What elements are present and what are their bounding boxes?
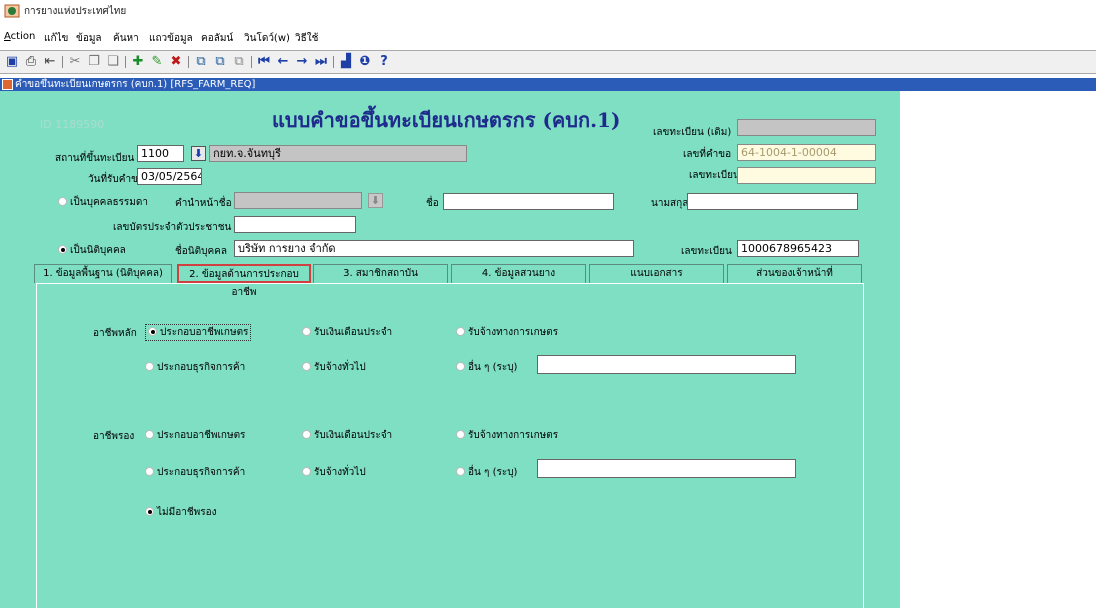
main-general-hire-radio[interactable]: รับจ้างทั่วไป	[302, 360, 366, 375]
reg-place-lov-button[interactable]: ⬇	[191, 146, 206, 161]
menu-column[interactable]: คอลัมน์	[201, 31, 233, 46]
toolbar-separator	[333, 56, 334, 68]
menu-record[interactable]: แถวข้อมูล	[149, 31, 193, 46]
print-icon[interactable]: ⎙	[23, 54, 39, 70]
page-title: แบบคำขอขึ้นทะเบียนเกษตรกร (คบก.1)	[272, 108, 621, 132]
juristic-name-label: ชื่อนิติบุคคล	[175, 246, 227, 257]
previous-record-icon[interactable]: ←	[275, 54, 291, 70]
menu-window[interactable]: วินโดว์(w)	[244, 31, 290, 46]
toolbar-separator	[62, 56, 63, 68]
request-no-label: เลขที่คำขอ	[683, 149, 732, 160]
reg-no-field	[737, 167, 876, 184]
reg-no-label: เลขทะเบียน	[689, 170, 740, 181]
last-record-icon[interactable]: ⏭	[313, 54, 329, 70]
main-occupation-label: อาชีพหลัก	[93, 328, 137, 339]
tab-attachments[interactable]: แนบเอกสาร	[589, 264, 724, 283]
juristic-reg-field[interactable]: 1000678965423	[737, 240, 859, 257]
main-other-radio[interactable]: อื่น ๆ (ระบุ)	[456, 360, 517, 375]
citizen-id-label: เลขบัตรประจำตัวประชาชน	[113, 222, 232, 233]
edit-icon[interactable]: ✎	[149, 54, 165, 70]
record-id: ID 1189590	[40, 118, 105, 131]
tab-basic-info[interactable]: 1. ข้อมูลพื้นฐาน (นิติบุคคล)	[34, 264, 172, 283]
no-secondary-radio[interactable]: ไม่มีอาชีพรอง	[145, 505, 216, 520]
query-icon[interactable]: ⧉	[193, 54, 209, 70]
app-title-bar: การยางแห่งประเทศไทย	[0, 0, 1096, 22]
prefix-field	[234, 192, 362, 209]
tab-officer-section[interactable]: ส่วนของเจ้าหน้าที่	[727, 264, 862, 283]
menu-search[interactable]: ค้นหา	[113, 31, 139, 46]
menu-bar: Action แก้ไข ข้อมูล ค้นหา แถวข้อมูล คอลั…	[0, 28, 1096, 48]
form-window-title-bar: คำขอขึ้นทะเบียนเกษตรกร (คบก.1) [RFS_FARM…	[0, 78, 1096, 91]
secondary-occupation-label: อาชีพรอง	[93, 431, 135, 442]
execute-query-icon[interactable]: ⧉	[212, 54, 228, 70]
toolbar: ▣ ⎙ ⇤ ✂ ❐ ❏ ✚ ✎ ✖ ⧉ ⧉ ⧉ ⏮ ← → ⏭ ▟ ❶ ?	[0, 50, 1096, 74]
juristic-person-radio[interactable]: เป็นนิติบุคคล	[58, 243, 126, 258]
main-agri-hire-radio[interactable]: รับจ้างทางการเกษตร	[456, 325, 558, 340]
last-name-label: นามสกุล	[651, 198, 689, 209]
reg-place-label: สถานที่ขึ้นทะเบียน	[55, 153, 135, 164]
menu-help[interactable]: วิธีใช้	[295, 31, 318, 46]
menu-action[interactable]: Action	[4, 31, 35, 42]
request-date-label: วันที่รับคำขอ	[88, 174, 144, 185]
save-icon[interactable]: ▣	[4, 54, 20, 70]
first-name-label: ชื่อ	[426, 198, 439, 209]
form-window-title: คำขอขึ้นทะเบียนเกษตรกร (คบก.1) [RFS_FARM…	[15, 79, 256, 90]
next-record-icon[interactable]: →	[294, 54, 310, 70]
citizen-id-field[interactable]	[234, 216, 356, 233]
report-icon[interactable]: ▟	[338, 54, 354, 70]
request-no-field: 64-1004-1-00004	[737, 144, 876, 161]
juristic-name-field[interactable]: บริษัท การยาง จำกัด	[234, 240, 634, 257]
tab-institution-member[interactable]: 3. สมาชิกสถาบัน	[313, 264, 448, 283]
menu-edit[interactable]: แก้ไข	[44, 31, 68, 46]
help-icon[interactable]: ?	[376, 54, 392, 70]
prefix-lov-button: ⬇	[368, 193, 383, 208]
toolbar-separator	[188, 56, 189, 68]
app-title: การยางแห่งประเทศไทย	[24, 6, 127, 17]
old-reg-label: เลขทะเบียน (เดิม)	[653, 127, 732, 138]
tab-occupation[interactable]: 2. ข้อมูลด้านการประกอบอาชีพ	[177, 264, 311, 298]
secondary-business-radio[interactable]: ประกอบธุรกิจการค้า	[145, 465, 245, 480]
natural-person-radio[interactable]: เป็นบุคคลธรรมดา	[58, 195, 148, 210]
app-logo-icon	[4, 4, 20, 18]
cancel-query-icon[interactable]: ⧉	[231, 54, 247, 70]
secondary-agri-hire-radio[interactable]: รับจ้างทางการเกษตร	[456, 428, 558, 443]
exit-icon[interactable]: ⇤	[42, 54, 58, 70]
reg-place-code-field[interactable]: 1100	[137, 145, 184, 162]
main-business-radio[interactable]: ประกอบธุรกิจการค้า	[145, 360, 245, 375]
secondary-other-field[interactable]	[537, 459, 796, 478]
first-name-field[interactable]	[443, 193, 614, 210]
main-salary-radio[interactable]: รับเงินเดือนประจำ	[302, 325, 392, 340]
request-date-field[interactable]: 03/05/2564	[137, 168, 202, 185]
delete-record-icon[interactable]: ✖	[168, 54, 184, 70]
toolbar-separator	[251, 56, 252, 68]
secondary-salary-radio[interactable]: รับเงินเดือนประจำ	[302, 428, 392, 443]
main-agriculture-radio[interactable]: ประกอบอาชีพเกษตร	[145, 324, 252, 341]
cut-icon[interactable]: ✂	[67, 54, 83, 70]
secondary-agriculture-radio[interactable]: ประกอบอาชีพเกษตร	[145, 428, 245, 443]
menu-data[interactable]: ข้อมูล	[76, 31, 102, 46]
insert-record-icon[interactable]: ✚	[130, 54, 146, 70]
juristic-reg-label: เลขทะเบียน	[681, 246, 732, 257]
last-name-field[interactable]	[687, 193, 858, 210]
first-record-icon[interactable]: ⏮	[256, 54, 272, 70]
paste-icon[interactable]: ❏	[105, 54, 121, 70]
form-window-icon	[2, 79, 13, 90]
reg-place-name-field: กยท.จ.จันทบุรี	[209, 145, 467, 162]
old-reg-field[interactable]	[737, 119, 876, 136]
info-icon[interactable]: ❶	[357, 54, 373, 70]
prefix-label: คำนำหน้าชื่อ	[175, 198, 232, 209]
tab-rubber-plantation[interactable]: 4. ข้อมูลสวนยาง	[451, 264, 586, 283]
toolbar-separator	[125, 56, 126, 68]
copy-icon[interactable]: ❐	[86, 54, 102, 70]
main-other-field[interactable]	[537, 355, 796, 374]
secondary-other-radio[interactable]: อื่น ๆ (ระบุ)	[456, 465, 517, 480]
secondary-general-hire-radio[interactable]: รับจ้างทั่วไป	[302, 465, 366, 480]
